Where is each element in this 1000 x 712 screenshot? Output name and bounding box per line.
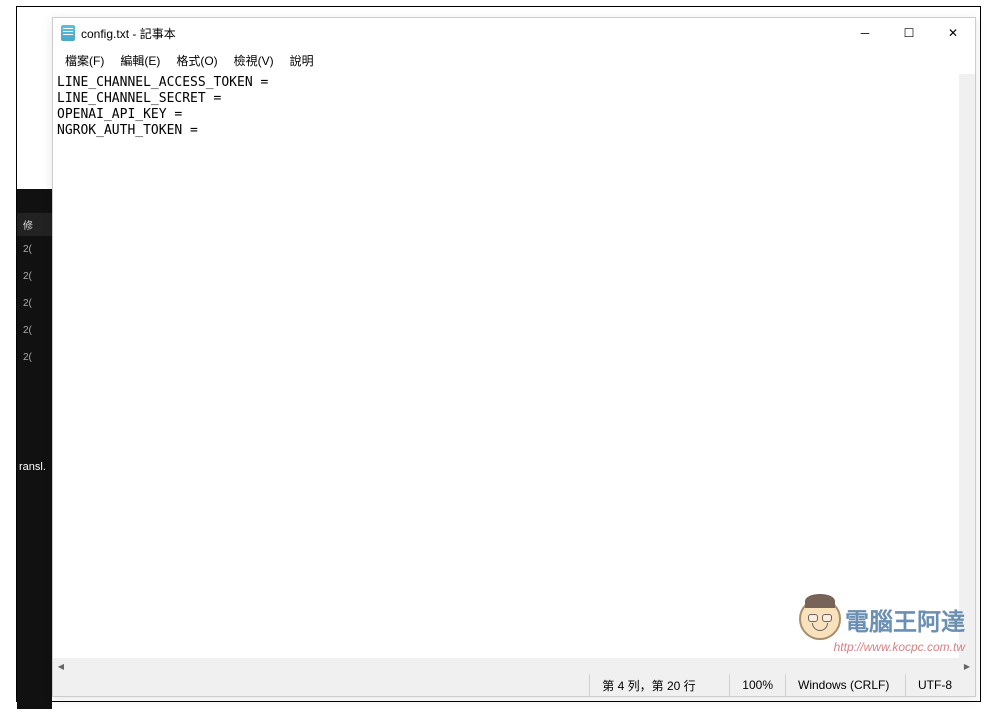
outer-frame: ransl. 修 2( 2( 2( 2( 2( config.txt - 記事本…: [16, 6, 981, 702]
scroll-left-icon[interactable]: ◀: [53, 658, 69, 674]
menu-bar: 檔案(F) 編輯(E) 格式(O) 檢視(V) 說明: [53, 48, 975, 73]
text-editor[interactable]: LINE_CHANNEL_ACCESS_TOKEN = LINE_CHANNEL…: [53, 73, 975, 658]
menu-view[interactable]: 檢視(V): [226, 50, 282, 71]
horizontal-scrollbar[interactable]: ◀ ▶: [53, 658, 975, 674]
background-item: 2(: [17, 236, 52, 263]
notepad-window: config.txt - 記事本 ─ ☐ ✕ 檔案(F) 編輯(E) 格式(O)…: [52, 17, 976, 697]
menu-format[interactable]: 格式(O): [168, 50, 225, 71]
vertical-scrollbar[interactable]: [959, 74, 975, 660]
window-controls: ─ ☐ ✕: [843, 18, 975, 48]
notepad-icon: [61, 25, 75, 41]
background-label: ransl.: [17, 459, 51, 475]
title-bar[interactable]: config.txt - 記事本 ─ ☐ ✕: [53, 18, 975, 48]
status-zoom: 100%: [729, 674, 785, 696]
minimize-button[interactable]: ─: [843, 18, 887, 48]
text-line: OPENAI_API_KEY =: [57, 107, 190, 122]
menu-file[interactable]: 檔案(F): [57, 50, 112, 71]
title-left: config.txt - 記事本: [61, 25, 176, 42]
status-encoding: UTF-8: [905, 674, 975, 696]
scroll-right-icon[interactable]: ▶: [959, 658, 975, 674]
background-item: 2(: [17, 263, 52, 290]
background-header: 修: [17, 213, 52, 236]
text-line: LINE_CHANNEL_ACCESS_TOKEN =: [57, 75, 276, 90]
background-item: 2(: [17, 317, 52, 344]
status-position: 第 4 列，第 20 行: [589, 674, 729, 696]
status-line-ending: Windows (CRLF): [785, 674, 905, 696]
maximize-button[interactable]: ☐: [887, 18, 931, 48]
text-line: NGROK_AUTH_TOKEN =: [57, 123, 206, 138]
status-bar: 第 4 列，第 20 行 100% Windows (CRLF) UTF-8: [53, 674, 975, 696]
close-button[interactable]: ✕: [931, 18, 975, 48]
window-title: config.txt - 記事本: [81, 25, 176, 42]
background-item: 2(: [17, 344, 52, 371]
menu-help[interactable]: 說明: [282, 50, 322, 71]
background-item: 2(: [17, 290, 52, 317]
text-line: LINE_CHANNEL_SECRET =: [57, 91, 229, 106]
menu-edit[interactable]: 編輯(E): [112, 50, 168, 71]
background-sidebar: ransl. 修 2( 2( 2( 2( 2(: [17, 189, 52, 709]
